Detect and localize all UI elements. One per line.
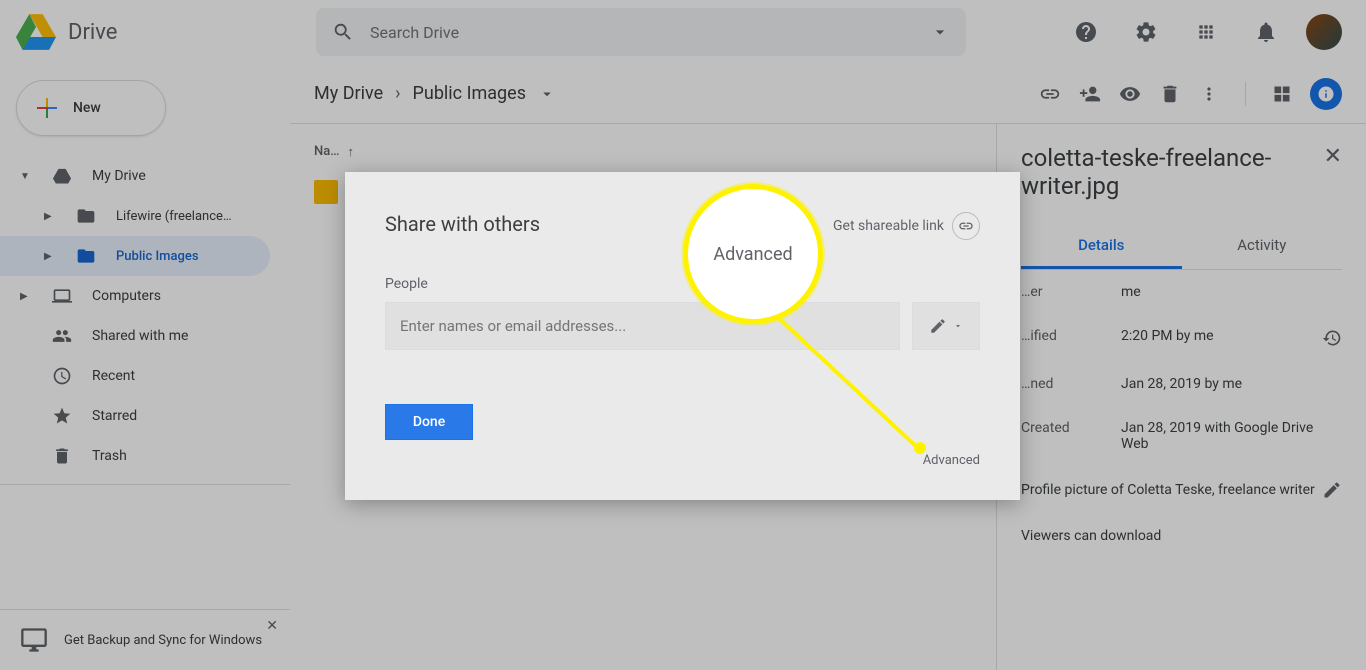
link-icon	[952, 212, 980, 240]
highlight-circle: Advanced	[683, 184, 823, 324]
chevron-down-icon	[953, 321, 963, 331]
highlight-label: Advanced	[713, 244, 792, 265]
done-button[interactable]: Done	[385, 404, 473, 440]
people-label: People	[385, 276, 980, 292]
shareable-link-button[interactable]: Get shareable link	[833, 212, 980, 240]
highlight-line	[750, 300, 950, 460]
highlight-dot	[914, 442, 926, 454]
shareable-link-label: Get shareable link	[833, 218, 944, 234]
